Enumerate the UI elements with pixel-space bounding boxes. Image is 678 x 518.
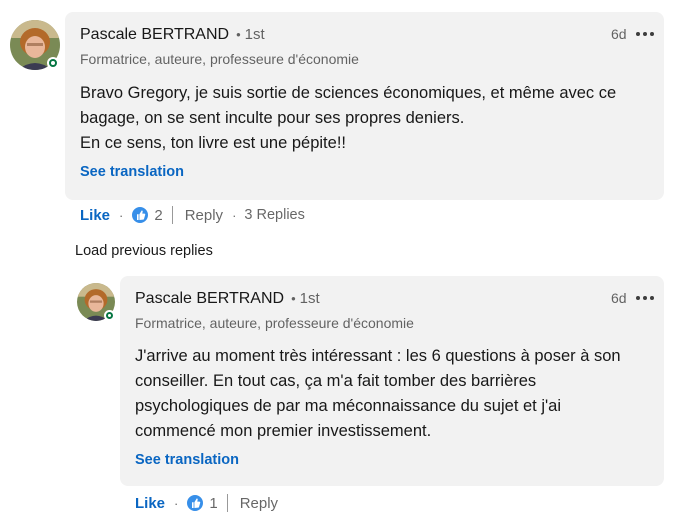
author-name[interactable]: Pascale BERTRAND [135,290,284,308]
avatar[interactable] [10,20,60,70]
reply-text: J'arrive au moment très intéressant : le… [135,344,621,444]
connection-degree: 1st [244,26,265,43]
reply-button[interactable]: Reply [185,207,223,224]
reaction-count[interactable]: 1 [209,495,217,512]
like-button[interactable]: Like [80,207,110,224]
replies-count-link[interactable]: 3 Replies [244,207,304,223]
online-presence-icon [47,57,59,69]
reply-text-line: psychologiques de par ma méconnaissance … [135,397,561,415]
divider [226,494,228,512]
load-previous-replies-button[interactable]: Load previous replies [75,243,213,259]
online-presence-icon [104,310,115,321]
see-translation-link[interactable]: See translation [135,452,239,468]
comment-bubble: Pascale BERTRAND • 1st Formatrice, auteu… [65,12,664,200]
more-options-icon[interactable] [636,295,654,301]
author-name[interactable]: Pascale BERTRAND [80,26,229,44]
more-options-icon[interactable] [636,31,654,37]
degree-separator: • [236,27,241,42]
reply-actions: Like · 1 Reply [135,494,278,512]
timestamp: 6d [611,290,627,306]
connection-degree: 1st [299,290,320,307]
author-line: Pascale BERTRAND • 1st [135,290,320,308]
comment-text-line: bagage, on se sent inculte pour ses prop… [80,109,465,127]
timestamp: 6d [611,26,627,42]
reaction-count[interactable]: 2 [154,207,162,224]
author-line: Pascale BERTRAND • 1st [80,26,265,44]
divider [171,206,173,224]
author-headline: Formatrice, auteure, professeure d'écono… [135,315,414,331]
comment-text-line: Bravo Gregory, je suis sortie de science… [80,84,617,102]
reply-text-line: conseiller. En tout cas, ça m'a fait tom… [135,372,537,390]
action-separator: · [119,207,124,223]
comment-text: Bravo Gregory, je suis sortie de science… [80,81,616,156]
like-button[interactable]: Like [135,495,165,512]
author-headline: Formatrice, auteure, professeure d'écono… [80,51,359,67]
like-reaction-icon[interactable] [186,494,205,512]
avatar[interactable] [77,283,115,321]
degree-separator: • [291,291,296,306]
reply-text-line: J'arrive au moment très intéressant : le… [135,347,621,365]
action-separator: · [232,207,237,223]
like-reaction-icon[interactable] [131,206,150,224]
comment-text-line: En ce sens, ton livre est une pépite!! [80,134,346,152]
action-separator: · [174,495,179,511]
reply-button[interactable]: Reply [240,495,278,512]
comment-actions: Like · 2 Reply · 3 Replies [80,206,305,224]
see-translation-link[interactable]: See translation [80,164,184,180]
reply-text-line: commencé mon premier investissement. [135,422,432,440]
reply-bubble: Pascale BERTRAND • 1st Formatrice, auteu… [120,276,664,486]
